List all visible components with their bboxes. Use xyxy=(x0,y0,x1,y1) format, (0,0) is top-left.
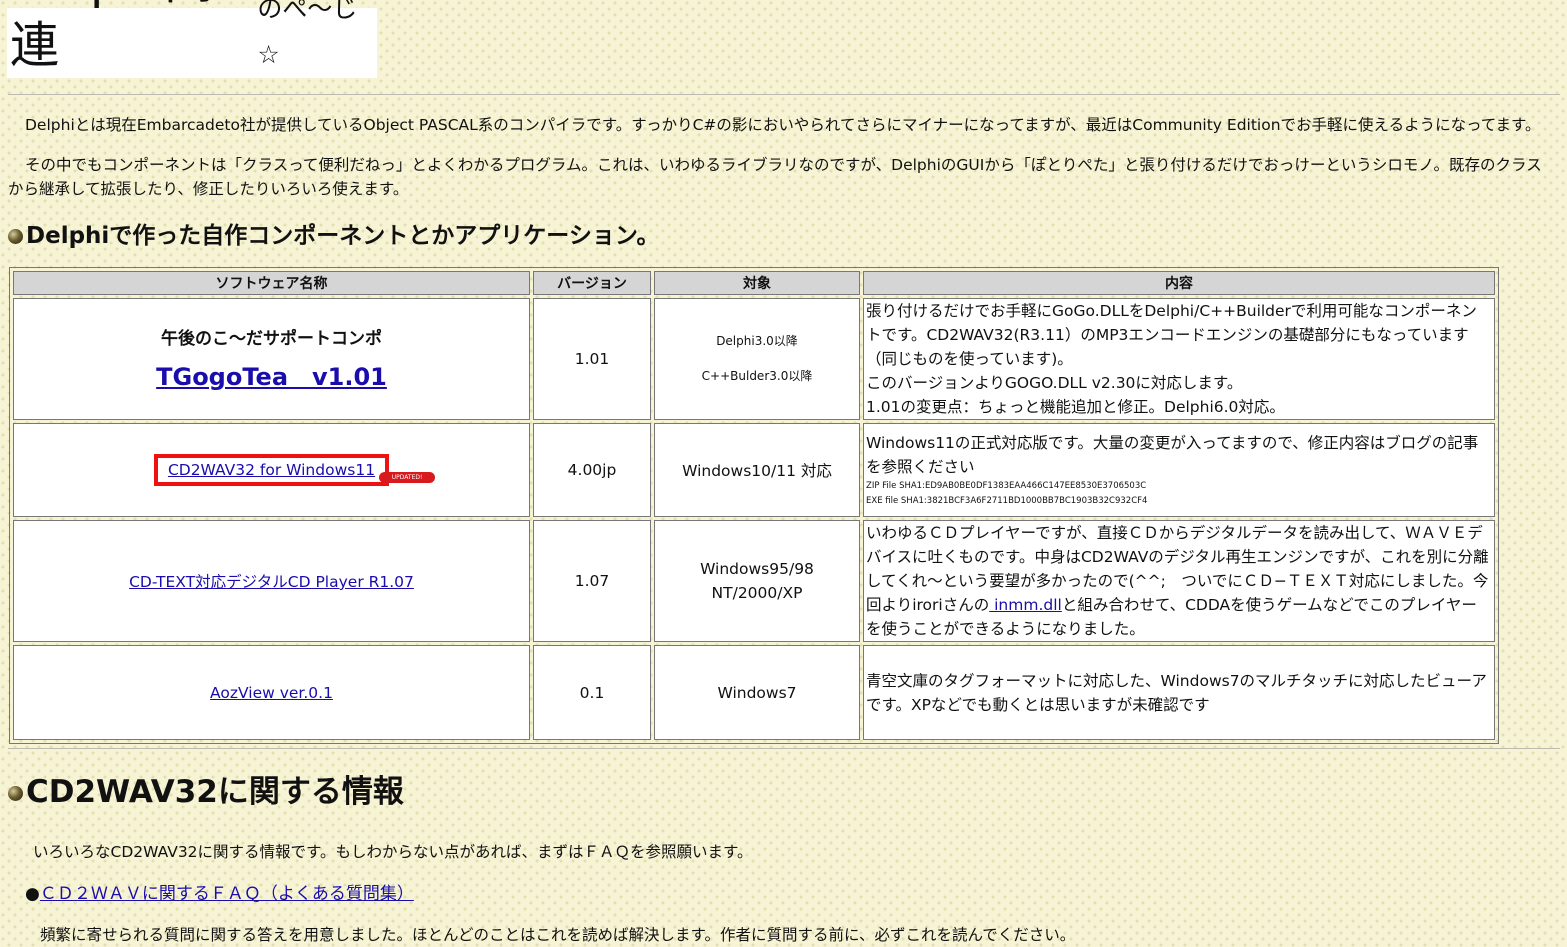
description-text-3: 1.01の変更点：ちょっと機能追加と修正。Delphi6.0対応。 xyxy=(866,398,1285,416)
target-line-1: Windows95/98 xyxy=(700,560,814,578)
software-subtitle: 午後のこ〜だサポートコンポ xyxy=(161,329,382,349)
title-main: Delphi関連 xyxy=(10,0,213,74)
table-header-row: ソフトウェア名称 バージョン 対象 内容 xyxy=(13,271,1495,295)
table-row: 午後のこ〜だサポートコンポ TGogoTea v1.01 1.01 Delphi… xyxy=(13,298,1495,420)
version-cell: 1.01 xyxy=(533,298,651,420)
section-heading-apps: Delphiで作った自作コンポーネントとかアプリケーション。 xyxy=(8,220,659,252)
intro-paragraph-1: Delphiとは現在Embarcadeto社が提供しているObject PASC… xyxy=(25,116,1541,134)
software-link-cd2wav32[interactable]: CD2WAV32 for Windows11 xyxy=(168,461,375,479)
target-cell: Windows7 xyxy=(654,645,860,740)
title-sub: のぺ〜じ☆ xyxy=(257,0,358,69)
table-row: AozView ver.0.1 0.1 Windows7 青空文庫のタグフォーマ… xyxy=(13,645,1495,740)
faq-bullet: ● xyxy=(25,884,40,904)
faq-link[interactable]: ＣＤ２ＷＡＶに関するＦＡＱ（よくある質問集） xyxy=(40,884,414,904)
description-cell: 青空文庫のタグフォーマットに対応した、Windows7のマルチタッチに対応したビ… xyxy=(863,645,1495,740)
target-line-1: Delphi3.0以降 xyxy=(716,334,798,348)
description-text: 張り付けるだけでお手軽にGoGo.DLLをDelphi/C++Builderで利… xyxy=(866,302,1477,368)
software-name-cell: 午後のこ〜だサポートコンポ TGogoTea v1.01 xyxy=(13,298,530,420)
target-line-2: C++Bulder3.0以降 xyxy=(701,369,813,383)
target-cell: Windows95/98 NT/2000/XP xyxy=(654,520,860,642)
section-heading-cd2wav-text: CD2WAV32に関する情報 xyxy=(26,774,404,810)
version-cell: 4.00jp xyxy=(533,423,651,517)
exe-hash: EXE file SHA1:3821BCF3A6F2711BD1000BB7BC… xyxy=(866,496,1148,506)
version-cell: 1.07 xyxy=(533,520,651,642)
target-line-2: NT/2000/XP xyxy=(711,584,803,602)
description-text-2: このバージョンよりGOGO.DLL v2.30に対応します。 xyxy=(866,374,1243,392)
software-link-aozview[interactable]: AozView ver.0.1 xyxy=(210,684,333,702)
version-cell: 0.1 xyxy=(533,645,651,740)
description-cell: Windows11の正式対応版です。大量の変更が入ってますので、修正内容はブログ… xyxy=(863,423,1495,517)
divider xyxy=(8,94,1560,95)
description-text: Windows11の正式対応版です。大量の変更が入ってますので、修正内容はブログ… xyxy=(866,434,1479,476)
target-cell: Delphi3.0以降 C++Bulder3.0以降 xyxy=(654,298,860,420)
table-row: CD-TEXT対応デジタルCD Player R1.07 1.07 Window… xyxy=(13,520,1495,642)
software-name-cell: AozView ver.0.1 xyxy=(13,645,530,740)
inmm-dll-link[interactable]: inmm.dll xyxy=(989,596,1062,614)
header-description: 内容 xyxy=(863,271,1495,295)
bullet-ball-icon xyxy=(8,786,23,801)
software-name-cell: CD-TEXT対応デジタルCD Player R1.07 xyxy=(13,520,530,642)
section-heading-apps-text: Delphiで作った自作コンポーネントとかアプリケーション。 xyxy=(26,223,660,249)
page-title: Delphi関連のぺ〜じ☆ xyxy=(7,0,377,78)
section-heading-cd2wav: CD2WAV32に関する情報 xyxy=(8,770,404,814)
header-target: 対象 xyxy=(654,271,860,295)
bullet-ball-icon xyxy=(8,229,23,244)
faq-description: 頻繁に寄せられる質問に関する答えを用意しました。ほとんどのことはこれを読めば解決… xyxy=(40,926,1076,944)
intro-paragraph-2: その中でもコンポーネントは「クラスって便利だねっ」とよくわかるプログラム。これは… xyxy=(8,156,1542,198)
description-cell: いわゆるＣＤプレイヤーですが、直接ＣＤからデジタルデータを読み出して、ＷＡＶＥデ… xyxy=(863,520,1495,642)
zip-hash: ZIP File SHA1:ED9AB0BE0DF1383EAA466C147E… xyxy=(866,481,1147,491)
software-table: ソフトウェア名称 バージョン 対象 内容 午後のこ〜だサポートコンポ TGogo… xyxy=(9,267,1499,744)
target-cell: Windows10/11 対応 xyxy=(654,423,860,517)
header-name: ソフトウェア名称 xyxy=(13,271,530,295)
table-row: CD2WAV32 for Windows11 UPDATED! 4.00jp W… xyxy=(13,423,1495,517)
header-version: バージョン xyxy=(533,271,651,295)
cd2wav-intro: いろいろなCD2WAV32に関する情報です。もしわからない点があれば、まずはＦＡ… xyxy=(33,843,753,861)
software-link-cdplayer[interactable]: CD-TEXT対応デジタルCD Player R1.07 xyxy=(129,573,414,591)
highlight-box: CD2WAV32 for Windows11 UPDATED! xyxy=(153,454,436,486)
description-cell: 張り付けるだけでお手軽にGoGo.DLLをDelphi/C++Builderで利… xyxy=(863,298,1495,420)
divider xyxy=(8,748,1560,749)
software-name-cell: CD2WAV32 for Windows11 UPDATED! xyxy=(13,423,530,517)
faq-item: ●ＣＤ２ＷＡＶに関するＦＡＱ（よくある質問集） xyxy=(25,882,414,906)
updated-badge: UPDATED! xyxy=(379,472,436,483)
software-link-tgogotea[interactable]: TGogoTea v1.01 xyxy=(156,363,387,391)
